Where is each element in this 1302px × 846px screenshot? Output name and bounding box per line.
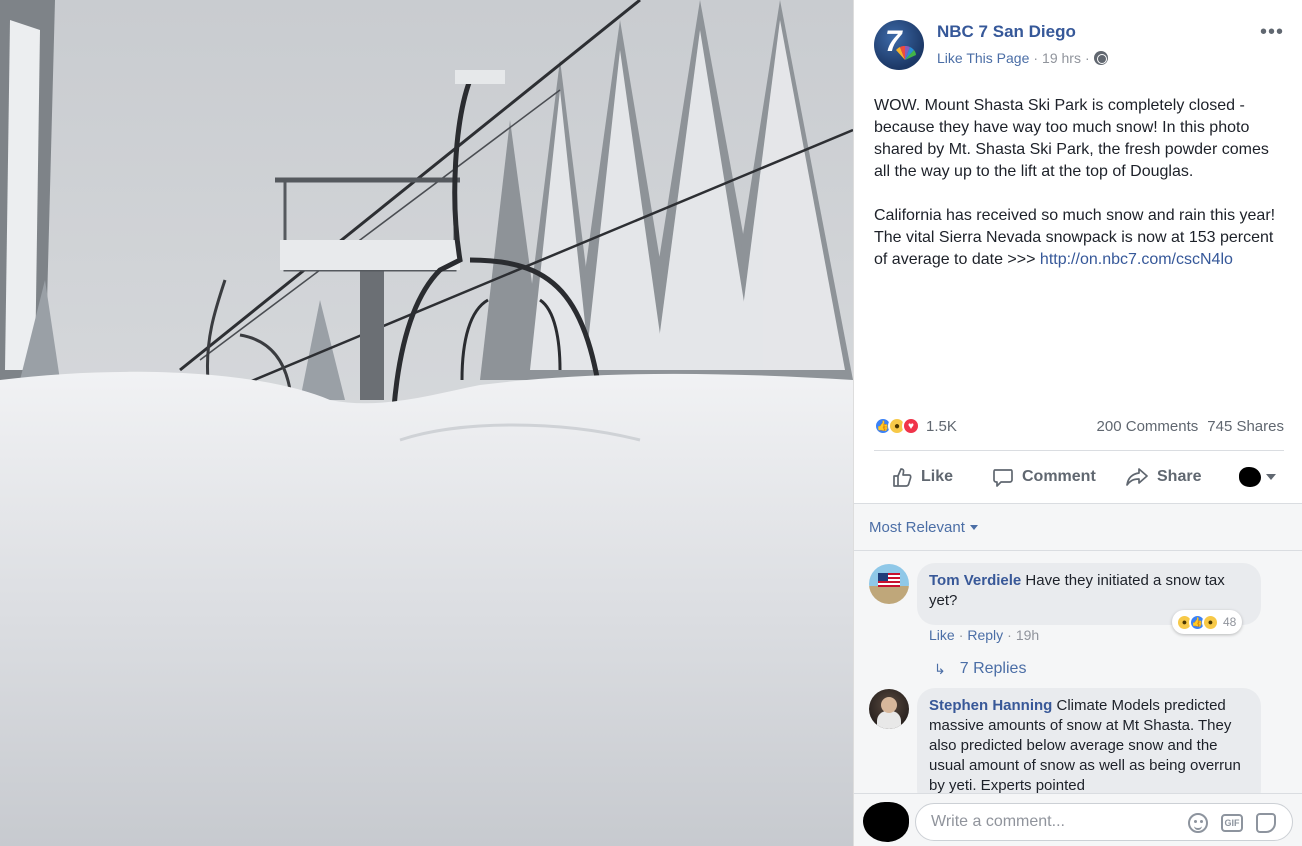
comment-reactions[interactable]: ● 👍 ● 48	[1172, 610, 1243, 634]
redacted-user-avatar[interactable]	[863, 802, 909, 842]
shares-count-link[interactable]: 745 Shares	[1207, 418, 1284, 435]
comment-input-box[interactable]: GIF	[915, 803, 1293, 841]
us-flag-icon	[878, 573, 900, 587]
post-header: 7 NBC 7 San Diego Like This Page · 19 hr…	[874, 20, 1284, 72]
post-as-selector[interactable]	[1239, 467, 1276, 487]
globe-icon[interactable]	[1093, 51, 1108, 65]
comment-composer: GIF	[854, 793, 1302, 846]
person-silhouette-icon	[877, 711, 901, 729]
post-text: WOW. Mount Shasta Ski Park is completely…	[874, 95, 1288, 271]
comment-author-link[interactable]: Tom Verdiele	[929, 572, 1021, 589]
post-paragraph: WOW. Mount Shasta Ski Park is completely…	[874, 97, 1269, 180]
reaction-count[interactable]: 1.5K	[926, 418, 957, 435]
comment-time[interactable]: 19h	[1016, 627, 1039, 643]
post-paragraph: California has received so much snow and…	[874, 205, 1288, 271]
caret-down-icon	[969, 525, 978, 530]
comment-icon	[993, 469, 1013, 487]
action-separator: ·	[1007, 627, 1012, 643]
post-action-bar: Like Comment Share	[874, 456, 1284, 498]
article-link[interactable]: http://on.nbc7.com/cscN4lo	[1040, 251, 1233, 268]
meta-separator: ·	[1033, 50, 1039, 66]
page-avatar[interactable]: 7	[874, 20, 924, 70]
comment-reply-link[interactable]: Reply	[967, 627, 1003, 643]
share-label: Share	[1157, 468, 1202, 485]
comment-input[interactable]	[931, 812, 1171, 832]
caret-down-icon	[1266, 474, 1276, 480]
thumbs-up-icon	[893, 468, 912, 487]
like-this-page-link[interactable]: Like This Page	[937, 50, 1029, 66]
divider	[874, 450, 1284, 451]
commenter-avatar[interactable]	[869, 689, 909, 729]
post-meta: Like This Page · 19 hrs ·	[937, 50, 1108, 66]
sticker-icon[interactable]	[1256, 813, 1276, 833]
post-photo[interactable]	[0, 0, 853, 846]
facebook-photo-viewer: 7 NBC 7 San Diego Like This Page · 19 hr…	[0, 0, 1302, 846]
person-head-icon	[881, 697, 897, 713]
emoji-icon[interactable]	[1188, 813, 1208, 833]
comment-label: Comment	[1022, 468, 1096, 485]
comment-author-link[interactable]: Stephen Hanning	[929, 697, 1052, 714]
reactions-summary: 👍 ● ♥ 1.5K 200 Comments 745 Shares	[874, 414, 1284, 438]
gif-icon[interactable]: GIF	[1221, 814, 1243, 832]
view-replies-link[interactable]: ↳ 7 Replies	[934, 660, 1026, 678]
engagement-counts: 200 Comments 745 Shares	[1097, 418, 1284, 435]
love-reaction-icon[interactable]: ♥	[902, 417, 920, 435]
post-side-panel: 7 NBC 7 San Diego Like This Page · 19 hr…	[853, 0, 1302, 846]
redacted-profile-icon	[1239, 467, 1261, 487]
share-button[interactable]: Share	[1125, 466, 1201, 488]
share-icon	[1126, 468, 1148, 486]
comment-actions: Like · Reply · 19h	[929, 627, 1039, 643]
comment-sort-dropdown[interactable]: Most Relevant	[869, 519, 978, 536]
comments-section: Most Relevant Tom Verdiele Have they ini…	[854, 503, 1302, 808]
replies-count-label: 7 Replies	[959, 660, 1027, 677]
peacock-logo-icon	[896, 46, 916, 60]
meta-separator: ·	[1084, 50, 1090, 66]
ellipsis-icon[interactable]: •••	[1260, 22, 1284, 42]
divider	[854, 550, 1302, 551]
post-timestamp[interactable]: 19 hrs	[1042, 50, 1081, 66]
reply-arrow-icon: ↳	[934, 660, 946, 677]
ski-lift-snow-image	[0, 0, 853, 846]
like-label: Like	[921, 468, 954, 485]
sort-label: Most Relevant	[869, 519, 965, 536]
comment-like-link[interactable]: Like	[929, 627, 955, 643]
comment-bubble: Stephen Hanning Climate Models predicted…	[917, 688, 1261, 808]
page-name-link[interactable]: NBC 7 San Diego	[937, 22, 1076, 42]
comments-count-link[interactable]: 200 Comments	[1097, 418, 1199, 435]
like-button[interactable]: Like	[891, 466, 953, 488]
sad-reaction-icon: ●	[1202, 613, 1219, 631]
commenter-avatar[interactable]	[869, 564, 909, 604]
comment-button[interactable]: Comment	[992, 466, 1096, 488]
comment-reaction-count: 48	[1223, 615, 1237, 629]
action-separator: ·	[958, 627, 964, 643]
